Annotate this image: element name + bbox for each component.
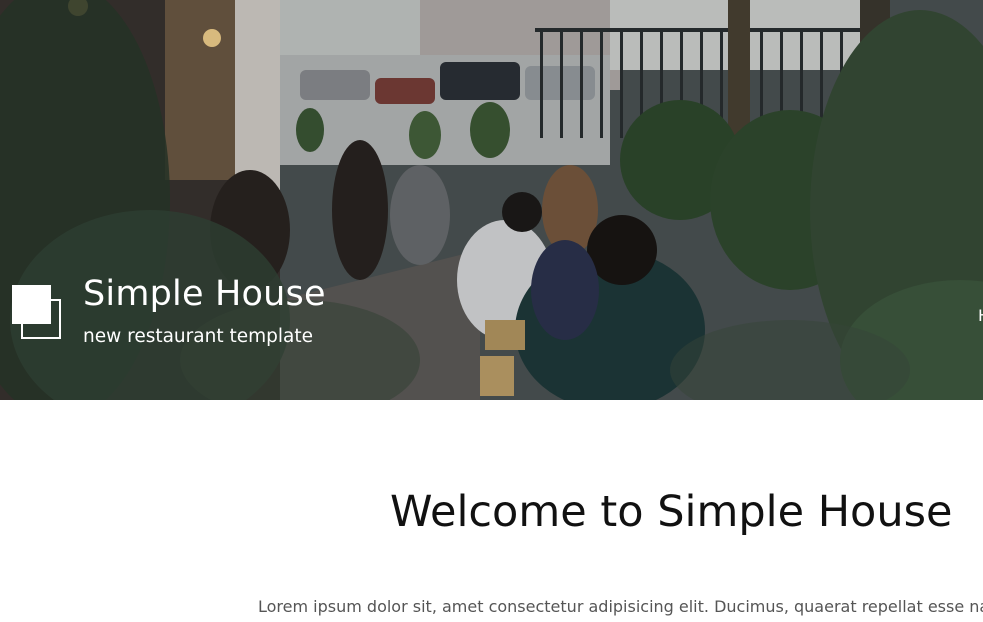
hero-banner: Simple House new restaurant template H: [0, 0, 983, 400]
welcome-title: Welcome to Simple House: [390, 487, 953, 537]
nav-link-home[interactable]: H: [978, 305, 983, 327]
page: Simple House new restaurant template H W…: [0, 0, 983, 622]
brand[interactable]: Simple House new restaurant template: [12, 272, 392, 352]
logo-filled-square: [12, 285, 51, 324]
intro-paragraph: Lorem ipsum dolor sit, amet consectetur …: [258, 597, 983, 616]
logo-icon: [12, 284, 64, 342]
site-tagline: new restaurant template: [83, 326, 313, 347]
site-title: Simple House: [83, 274, 326, 314]
